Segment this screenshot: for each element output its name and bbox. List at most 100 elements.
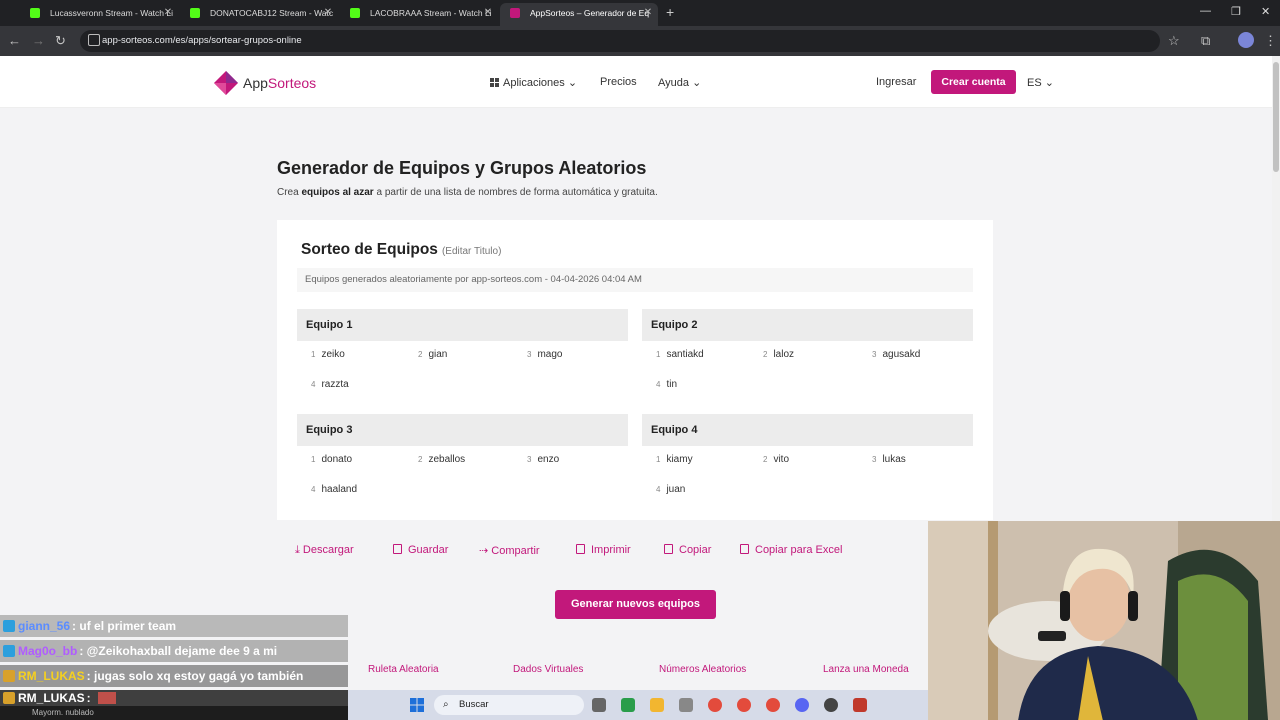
nav-pricing[interactable]: Precios <box>600 76 637 88</box>
card-title-text: Sorteo de Equipos <box>301 241 438 258</box>
maximize-icon[interactable]: ❐ <box>1231 5 1241 18</box>
footer-link-roulette[interactable]: Ruleta Aleatoria <box>368 664 439 675</box>
download-button[interactable]: ⤓ Descargar <box>295 544 354 557</box>
copy-icon <box>664 544 673 554</box>
chat-badge-icon <box>3 620 15 632</box>
chrome-icon[interactable] <box>708 698 722 712</box>
member-number: 1 <box>656 350 661 359</box>
weather-widget[interactable]: Mayorm. nublado <box>0 706 348 720</box>
team-member: 1 santiakd <box>656 349 704 360</box>
save-button[interactable]: Guardar <box>393 544 448 556</box>
close-tab-icon[interactable]: ✕ <box>162 3 174 23</box>
close-tab-icon[interactable]: ✕ <box>642 3 654 23</box>
browser-tab-active[interactable]: AppSorteos – Generador de Eq ✕ <box>500 3 658 26</box>
windows-start-icon[interactable] <box>410 698 424 712</box>
chat-badge-icon <box>3 670 15 682</box>
extensions-icon[interactable]: ⧉ <box>1201 33 1210 49</box>
profile-avatar-icon[interactable] <box>1238 32 1254 48</box>
app-icon[interactable] <box>853 698 867 712</box>
nav-apps[interactable]: Aplicaciones ⌄ <box>490 76 577 89</box>
footer-link-dice[interactable]: Dados Virtuales <box>513 664 583 675</box>
footer-link-coin[interactable]: Lanza una Moneda <box>823 664 909 675</box>
browser-tab[interactable]: Lucassveronn Stream - Watch Li ✕ <box>20 3 178 26</box>
browser-tab[interactable]: DONATOCABJ12 Stream - Watc ✕ <box>180 3 338 26</box>
browser-tab[interactable]: LACOBRAAA Stream - Watch Li ✕ <box>340 3 498 26</box>
tab-title: DONATOCABJ12 Stream - Watc <box>210 8 334 18</box>
tab-title: Lucassveronn Stream - Watch Li <box>50 8 173 18</box>
print-button[interactable]: Imprimir <box>576 544 631 556</box>
language-selector[interactable]: ES ⌄ <box>1027 76 1054 89</box>
site-logo-text[interactable]: AppSorteos <box>243 75 316 91</box>
generate-new-teams-button[interactable]: Generar nuevos equipos <box>555 590 716 619</box>
file-explorer-icon[interactable] <box>650 698 664 712</box>
team-member: 4 haaland <box>311 484 357 495</box>
minimize-icon[interactable]: — <box>1200 5 1211 17</box>
close-tab-icon[interactable]: ✕ <box>322 3 334 23</box>
chevron-down-icon: ⌄ <box>692 77 702 89</box>
forward-icon[interactable]: → <box>32 33 45 48</box>
team-name: Equipo 1 <box>297 309 628 341</box>
login-link[interactable]: Ingresar <box>876 76 916 88</box>
page-subtitle: Crea equipos al azar a partir de una lis… <box>277 187 658 198</box>
share-button[interactable]: ⇢ Compartir <box>479 544 540 557</box>
member-name: mago <box>537 349 563 360</box>
copy-excel-button[interactable]: Copiar para Excel <box>740 544 842 556</box>
chat-text: : uf el primer team <box>72 619 177 633</box>
member-number: 2 <box>763 455 768 464</box>
obs-icon[interactable] <box>824 698 838 712</box>
taskbar-search[interactable]: ⌕ Buscar <box>434 695 584 715</box>
team-member: 3 agusakd <box>872 349 920 360</box>
nav-help[interactable]: Ayuda ⌄ <box>658 76 701 89</box>
member-number: 4 <box>656 485 661 494</box>
appsorteos-logo-icon[interactable] <box>213 70 239 96</box>
grid-icon <box>490 78 499 87</box>
nav-apps-label: Aplicaciones <box>503 77 565 89</box>
calculator-icon[interactable] <box>679 698 693 712</box>
signup-button[interactable]: Crear cuenta <box>931 70 1016 94</box>
chat-username: RM_LUKAS <box>18 669 85 683</box>
member-name: gian <box>428 349 448 360</box>
site-header: AppSorteos Aplicaciones ⌄ Precios Ayuda … <box>0 56 1272 108</box>
browser-tab-strip: Lucassveronn Stream - Watch Li ✕ DONATOC… <box>0 0 1280 26</box>
print-label: Imprimir <box>591 544 631 556</box>
back-icon[interactable]: ← <box>8 33 21 48</box>
discord-icon[interactable] <box>795 698 809 712</box>
chat-message: Mag0o_bb: @Zeikohaxball dejame dee 9 a m… <box>0 640 348 662</box>
team-member: 3 mago <box>527 349 562 360</box>
menu-icon[interactable]: ⋮ <box>1264 33 1277 49</box>
footer-link-numbers[interactable]: Números Aleatorios <box>659 664 746 675</box>
download-icon: ⤓ <box>295 544 303 556</box>
member-name: vito <box>773 454 790 465</box>
site-info-icon[interactable] <box>88 34 100 46</box>
member-name: zeballos <box>428 454 466 465</box>
chevron-down-icon: ⌄ <box>1044 77 1054 89</box>
chrome-icon[interactable] <box>737 698 751 712</box>
close-window-icon[interactable]: ✕ <box>1261 5 1270 18</box>
chat-username: Mag0o_bb <box>18 644 78 658</box>
address-bar[interactable]: app-sorteos.com/es/apps/sortear-grupos-o… <box>80 30 1160 52</box>
bookmark-star-icon[interactable]: ☆ <box>1168 33 1180 49</box>
member-number: 2 <box>763 350 768 359</box>
member-number: 4 <box>656 380 661 389</box>
chrome-icon[interactable] <box>766 698 780 712</box>
page-title: Generador de Equipos y Grupos Aleatorios <box>277 158 647 178</box>
copy-button[interactable]: Copiar <box>664 544 711 556</box>
chat-badge-icon <box>3 692 15 704</box>
reload-icon[interactable]: ↻ <box>55 33 66 49</box>
taskbar-search-label: Buscar <box>459 699 489 710</box>
member-name: santiakd <box>666 349 704 360</box>
close-tab-icon[interactable]: ✕ <box>482 3 494 23</box>
chat-username: giann_56 <box>18 619 71 633</box>
member-number: 3 <box>527 350 532 359</box>
webcam-overlay <box>928 521 1280 720</box>
edit-title-link[interactable]: (Editar Titulo) <box>442 246 501 257</box>
task-view-icon[interactable] <box>592 698 606 712</box>
new-tab-icon[interactable]: + <box>666 4 674 20</box>
scrollbar-thumb[interactable] <box>1273 62 1279 172</box>
team-name: Equipo 3 <box>297 414 628 446</box>
app-icon[interactable] <box>621 698 635 712</box>
card-title: Sorteo de Equipos (Editar Titulo) <box>301 241 501 259</box>
team-member: 2 zeballos <box>418 454 465 465</box>
excel-icon <box>740 544 749 554</box>
member-number: 3 <box>872 350 877 359</box>
